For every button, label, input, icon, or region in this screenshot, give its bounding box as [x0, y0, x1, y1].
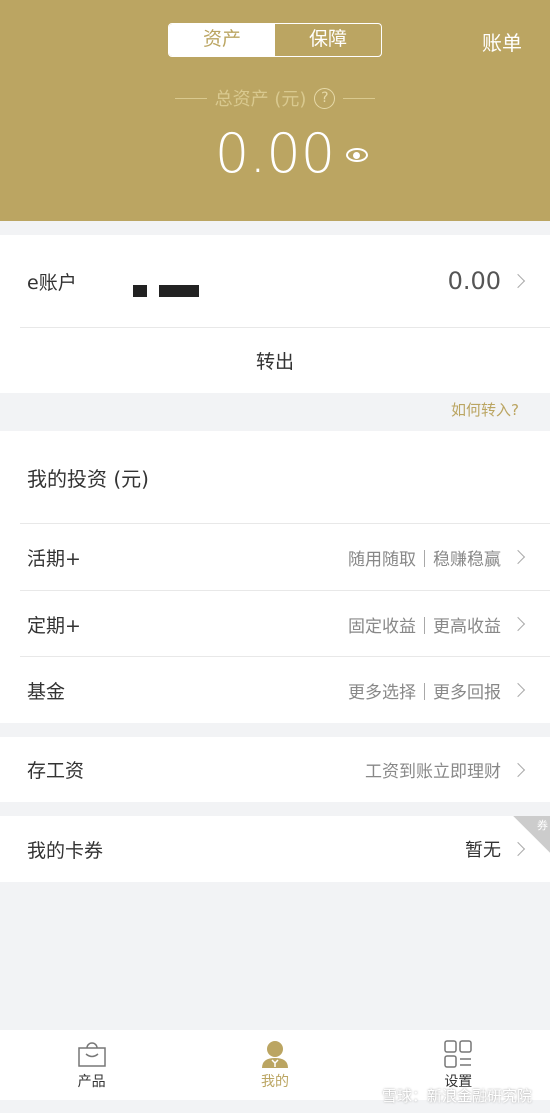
- total-label-text: 总资产 (元): [214, 89, 307, 110]
- row-desc: 固定收益｜更高收益: [348, 616, 501, 637]
- current-deposit-row[interactable]: 活期+ 随用随取｜稳赚稳赢: [0, 524, 550, 590]
- header: 资产 保障 账单 总资产 (元) ? 0.00: [0, 0, 550, 221]
- investment-card: 我的投资 (元) 活期+ 随用随取｜稳赚稳赢 定期+ 固定收益｜更高收益 基金 …: [0, 431, 550, 723]
- coupons-card: 我的卡券 暂无 券: [0, 816, 550, 882]
- investment-title: 我的投资 (元): [27, 466, 149, 491]
- chevron-right-icon: [510, 682, 526, 698]
- tab-mine[interactable]: 我的: [183, 1030, 366, 1100]
- divider: [343, 97, 376, 99]
- row-desc: 更多选择｜更多回报: [348, 682, 501, 703]
- divider: [174, 97, 207, 99]
- account-card: e账户 0.00 转出: [0, 235, 550, 393]
- row-label: 我的卡券: [27, 839, 104, 862]
- row-label: 存工资: [27, 760, 85, 782]
- tab-label: 产品: [77, 1074, 106, 1090]
- chevron-right-icon: [510, 616, 526, 632]
- tab-label: 我的: [260, 1074, 289, 1090]
- eye-icon[interactable]: [346, 148, 368, 162]
- coupons-row[interactable]: 我的卡券 暂无: [0, 816, 550, 882]
- user-icon: [261, 1041, 288, 1068]
- redacted-block: [133, 285, 147, 297]
- bag-icon: [77, 1042, 106, 1067]
- coupon-corner-text: 券: [537, 819, 548, 832]
- e-account-label: e账户: [27, 271, 77, 294]
- row-label: 定期+: [27, 614, 81, 637]
- segment-control: 资产 保障: [168, 23, 382, 57]
- chevron-right-icon: [510, 273, 526, 289]
- help-icon[interactable]: ?: [314, 87, 336, 109]
- row-value: 暂无: [465, 840, 501, 861]
- chevron-right-icon: [510, 549, 526, 565]
- chevron-right-icon: [510, 762, 526, 777]
- bill-button[interactable]: 账单: [482, 27, 522, 56]
- chevron-right-icon: [510, 841, 526, 857]
- tab-products[interactable]: 产品: [0, 1030, 183, 1100]
- transfer-out-button[interactable]: 转出: [0, 328, 550, 393]
- transfer-out-label: 转出: [255, 351, 294, 373]
- salary-card: 存工资 工资到账立即理财: [0, 737, 550, 802]
- total-amount: 0.00: [214, 122, 336, 185]
- e-account-row[interactable]: e账户 0.00: [0, 235, 550, 327]
- total-assets-label: 总资产 (元) ?: [0, 85, 550, 111]
- row-label: 基金: [27, 680, 66, 703]
- salary-row[interactable]: 存工资 工资到账立即理财: [0, 737, 550, 802]
- fixed-deposit-row[interactable]: 定期+ 固定收益｜更高收益: [0, 591, 550, 657]
- watermark: 雪球：新浪金融研究院: [381, 1087, 532, 1105]
- how-to-transfer-in-link[interactable]: 如何转入?: [451, 399, 519, 420]
- e-account-value: 0.00: [447, 267, 501, 295]
- tab-protection[interactable]: 保障: [275, 24, 381, 56]
- fund-row[interactable]: 基金 更多选择｜更多回报: [0, 657, 550, 723]
- row-desc: 工资到账立即理财: [365, 762, 501, 782]
- row-desc: 随用随取｜稳赚稳赢: [348, 549, 501, 570]
- redacted-block: [159, 285, 199, 297]
- row-label: 活期+: [27, 547, 81, 570]
- grid-icon: [444, 1040, 473, 1068]
- tab-assets[interactable]: 资产: [169, 24, 275, 56]
